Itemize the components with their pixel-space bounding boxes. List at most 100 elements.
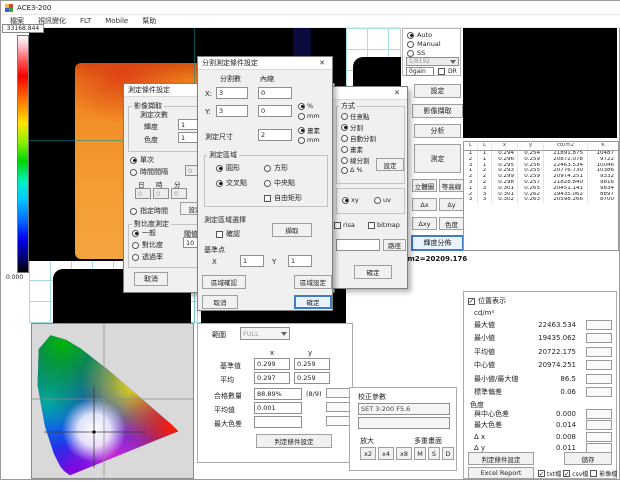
- day-field[interactable]: 0: [135, 188, 151, 199]
- cross-point-radio[interactable]: [216, 180, 223, 187]
- grab-button[interactable]: 擷取: [272, 223, 312, 237]
- contrast-radio[interactable]: [132, 242, 139, 249]
- ref-x-field[interactable]: 0.299: [254, 358, 290, 370]
- avg-y-value: 0.259: [297, 374, 316, 382]
- region-set-button[interactable]: 區域設定: [294, 275, 332, 289]
- csv-file-checkbox[interactable]: ✓: [563, 470, 570, 477]
- pixel-radio[interactable]: [341, 146, 348, 153]
- transmit-radio[interactable]: [132, 254, 139, 261]
- close-icon[interactable]: ✕: [316, 59, 328, 67]
- manual-label: Manual: [417, 40, 441, 48]
- close-icon[interactable]: ✕: [391, 89, 403, 97]
- size-mm-radio[interactable]: [298, 137, 305, 144]
- split-dialog-titlebar[interactable]: 分割測定條件設定 ✕: [198, 57, 332, 70]
- size-pixel-radio[interactable]: [298, 127, 305, 134]
- calibration-preset2-field[interactable]: [358, 417, 450, 429]
- ref-y-field[interactable]: 0.259: [294, 358, 330, 370]
- inset-x-field[interactable]: 0: [258, 87, 292, 99]
- auto-radio[interactable]: [407, 32, 414, 39]
- free-rect-checkbox[interactable]: [264, 195, 271, 202]
- mode-ok-button[interactable]: 確定: [354, 265, 392, 279]
- multi-screen-button[interactable]: D: [442, 447, 454, 460]
- zoom-button[interactable]: x2: [360, 447, 376, 460]
- table-row[interactable]: 330.3020.26320598.2668700: [464, 197, 618, 203]
- hour-field[interactable]: 0: [153, 188, 169, 199]
- calibration-preset-field[interactable]: SET 3-200 F5.6: [358, 403, 450, 415]
- stat-row: Δ x0.008: [474, 431, 612, 443]
- region-confirm-button[interactable]: 區域確認: [202, 275, 246, 289]
- capture-button[interactable]: 影像擷取: [412, 104, 463, 118]
- zoom-button[interactable]: x4: [378, 447, 394, 460]
- measurement-table[interactable]: CLxycd/m2K110.2940.25421891.87510487210.…: [463, 141, 619, 251]
- split-ok-button[interactable]: 確定: [294, 295, 332, 309]
- cie-diagram-panel[interactable]: [31, 323, 194, 479]
- excel-report-button[interactable]: Excel Report: [468, 467, 534, 479]
- mode-dialog-titlebar[interactable]: ✕: [332, 87, 407, 100]
- xy-radio[interactable]: [342, 197, 349, 204]
- general-radio[interactable]: [132, 230, 139, 237]
- uv-radio[interactable]: [374, 197, 381, 204]
- div-x-field[interactable]: 3: [216, 87, 248, 99]
- split-cancel-button[interactable]: 取消: [202, 295, 238, 309]
- inset-y-field[interactable]: 0: [258, 105, 292, 117]
- confirm-checkbox[interactable]: [216, 231, 223, 238]
- range-select[interactable]: FULL: [240, 327, 290, 340]
- measure-button[interactable]: 測定: [414, 144, 461, 173]
- manual-radio[interactable]: [407, 41, 414, 48]
- mode-set-button[interactable]: 設定: [376, 158, 404, 171]
- multi-screen-button[interactable]: M: [414, 447, 426, 460]
- auto-split-radio[interactable]: [341, 135, 348, 142]
- base-x-field[interactable]: 1: [240, 255, 264, 267]
- right-camera-view[interactable]: [463, 28, 617, 138]
- square-radio[interactable]: [264, 165, 271, 172]
- gain-field[interactable]: 0gain: [406, 67, 434, 76]
- delta-xy-button[interactable]: Δxy: [412, 217, 437, 230]
- circle-radio[interactable]: [216, 165, 223, 172]
- dr-checkbox[interactable]: [438, 68, 445, 75]
- menu-item[interactable]: FLT: [73, 17, 98, 25]
- set-button[interactable]: 設定: [414, 84, 461, 98]
- luminance-dist-button[interactable]: 輝度分佈: [411, 235, 464, 251]
- position-display-checkbox[interactable]: ✓: [468, 298, 475, 305]
- ss-radio[interactable]: [407, 50, 414, 57]
- split-condition-dialog[interactable]: 分割測定條件設定 ✕ 分割數 內縮 X: 3 0 Y: 3 0 % mm 測定尺…: [197, 56, 333, 311]
- multi-screen-button[interactable]: S: [428, 447, 440, 460]
- line-split-radio[interactable]: [341, 157, 348, 164]
- inset-mm-radio[interactable]: [298, 113, 305, 120]
- judge-condition-button-2[interactable]: 判定條件設定: [256, 434, 332, 448]
- menu-item[interactable]: Mobile: [98, 17, 135, 25]
- specified-time-radio[interactable]: [130, 208, 137, 215]
- div-y-field[interactable]: 3: [216, 105, 248, 117]
- chroma-button[interactable]: 色度: [439, 217, 464, 230]
- avg-y-field[interactable]: 0.259: [294, 372, 330, 384]
- center-point-radio[interactable]: [264, 180, 271, 187]
- any-point-radio[interactable]: [341, 113, 348, 120]
- shutter-select[interactable]: 1/8192: [406, 57, 459, 66]
- delta-pct-radio[interactable]: [341, 167, 348, 174]
- mode-dialog[interactable]: ✕ 方式 任意點 分割 自動分割 畫素 線分割 Δ % 設定 xy uv ris…: [331, 86, 408, 289]
- split-radio[interactable]: [341, 124, 348, 131]
- risa-checkbox[interactable]: [334, 222, 341, 229]
- minute-field[interactable]: 0: [171, 188, 187, 199]
- image-file-checkbox[interactable]: [590, 470, 597, 477]
- menu-item[interactable]: 幫助: [135, 16, 163, 26]
- base-y-field[interactable]: 1: [288, 255, 312, 267]
- delta-x-button[interactable]: Δx: [412, 198, 437, 211]
- inset-pct-radio[interactable]: [298, 103, 305, 110]
- avg-x-field[interactable]: 0.297: [254, 372, 290, 384]
- path-button[interactable]: 路徑: [383, 239, 406, 251]
- analyze-button[interactable]: 分析: [414, 124, 461, 138]
- size-field[interactable]: 2: [258, 129, 292, 141]
- bitmap-checkbox[interactable]: [368, 222, 375, 229]
- path-field[interactable]: [336, 239, 380, 251]
- interval-radio[interactable]: [130, 169, 137, 176]
- solid-view-button[interactable]: 立體圖: [412, 179, 437, 192]
- contour-button[interactable]: 等高線: [439, 179, 464, 192]
- save-button[interactable]: 儲存: [564, 452, 612, 465]
- zoom-button[interactable]: x8: [396, 447, 412, 460]
- measure-cancel-button[interactable]: 取消: [134, 272, 168, 286]
- txt-file-checkbox[interactable]: ✓: [538, 470, 545, 477]
- judge-condition-button[interactable]: 判定條件設定: [468, 452, 534, 465]
- single-radio[interactable]: [130, 157, 137, 164]
- delta-y-button[interactable]: Δy: [439, 198, 464, 211]
